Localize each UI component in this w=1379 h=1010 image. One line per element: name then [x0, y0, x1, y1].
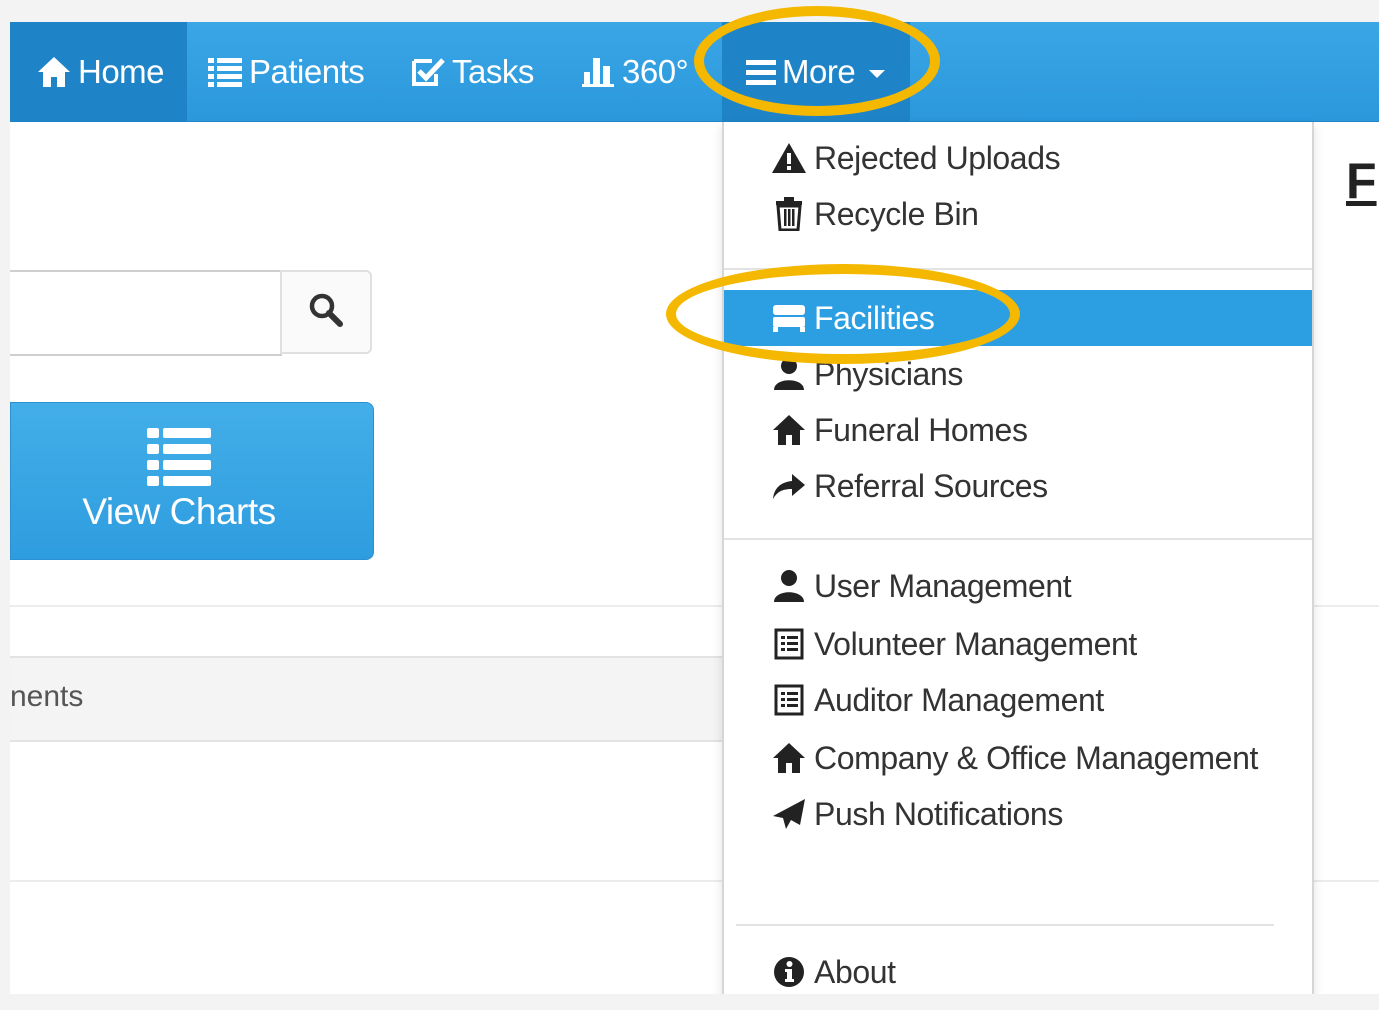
send-icon: [770, 798, 808, 830]
menu-item-about[interactable]: About: [724, 944, 1312, 994]
warning-icon: [770, 142, 808, 174]
menu-item-physicians[interactable]: Physicians: [724, 346, 1312, 402]
menu-item-label: Rejected Uploads: [814, 139, 1061, 176]
menu-item-funeral-homes[interactable]: Funeral Homes: [724, 402, 1312, 458]
menu-item-auditor-management[interactable]: Auditor Management: [724, 672, 1312, 728]
home-icon: [770, 413, 808, 447]
nav-patients[interactable]: Patients: [207, 22, 365, 122]
menu-item-user-management[interactable]: User Management: [724, 558, 1312, 614]
app-window: Home Patients Tasks 360° More View Chart…: [10, 22, 1379, 994]
share-arrow-icon: [770, 472, 808, 500]
menu-item-volunteer-management[interactable]: Volunteer Management: [724, 616, 1312, 672]
menu-item-company-office-management[interactable]: Company & Office Management: [724, 730, 1312, 786]
home-icon: [770, 741, 808, 775]
bed-icon: [770, 303, 808, 333]
list-icon: [147, 428, 211, 491]
nav-360-label: 360°: [622, 53, 689, 90]
view-charts-label: View Charts: [82, 491, 276, 532]
menu-item-label: Physicians: [814, 355, 963, 392]
caret-down-icon: [869, 70, 886, 78]
more-dropdown-menu: Rejected Uploads Recycle Bin Facilities …: [722, 122, 1314, 994]
nav-more-dropdown[interactable]: More: [722, 22, 910, 122]
nav-more-label: More: [782, 53, 856, 90]
page-title: F: [1346, 153, 1377, 209]
menu-item-referral-sources[interactable]: Referral Sources: [724, 458, 1312, 514]
user-icon: [770, 357, 808, 391]
menu-item-rejected-uploads[interactable]: Rejected Uploads: [724, 130, 1312, 186]
section-tab-label: nents: [10, 680, 84, 713]
nav-360[interactable]: 360°: [582, 22, 689, 122]
menu-divider: [736, 924, 1274, 926]
search-input[interactable]: [10, 270, 282, 356]
bar-chart-icon: [582, 56, 616, 88]
nav-home-label: Home: [78, 53, 165, 90]
menu-item-label: About: [814, 953, 896, 990]
info-icon: [770, 956, 808, 988]
nav-tasks-label: Tasks: [452, 53, 534, 90]
trash-icon: [770, 197, 808, 231]
menu-item-label: Referral Sources: [814, 467, 1048, 504]
user-icon: [770, 569, 808, 603]
list-alt-icon: [770, 684, 808, 716]
menu-icon: [746, 58, 776, 86]
home-icon: [36, 55, 72, 89]
content-divider: [1312, 880, 1379, 882]
menu-item-label: Recycle Bin: [814, 195, 979, 232]
menu-item-label: Company & Office Management: [814, 739, 1258, 776]
list-alt-icon: [770, 628, 808, 660]
menu-divider: [724, 538, 1312, 540]
menu-item-label: Push Notifications: [814, 795, 1063, 832]
check-square-icon: [410, 56, 446, 88]
menu-item-label: User Management: [814, 567, 1072, 604]
menu-item-label: Funeral Homes: [814, 411, 1028, 448]
menu-item-label: Volunteer Management: [814, 625, 1137, 662]
menu-item-push-notifications[interactable]: Push Notifications: [724, 786, 1312, 842]
view-charts-button[interactable]: View Charts: [10, 402, 374, 560]
list-icon: [207, 57, 243, 87]
search-icon: [308, 292, 344, 333]
menu-item-label: Auditor Management: [814, 681, 1104, 718]
nav-patients-label: Patients: [249, 53, 365, 90]
section-tab-row[interactable]: nents: [10, 656, 770, 742]
top-navbar: Home Patients Tasks 360° More: [10, 22, 1379, 122]
nav-tasks[interactable]: Tasks: [410, 22, 534, 122]
nav-home[interactable]: Home: [10, 22, 187, 122]
menu-item-recycle-bin[interactable]: Recycle Bin: [724, 186, 1312, 242]
menu-item-facilities[interactable]: Facilities: [724, 290, 1312, 346]
search-button[interactable]: [280, 270, 372, 354]
menu-divider: [724, 268, 1312, 270]
menu-item-label: Facilities: [814, 299, 935, 336]
